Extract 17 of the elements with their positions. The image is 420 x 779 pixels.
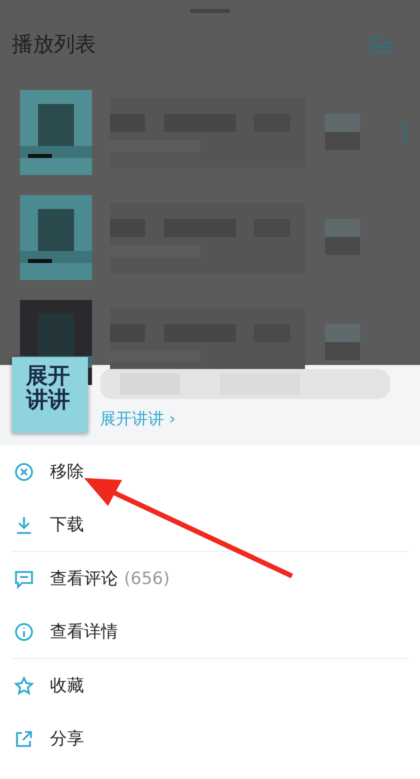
comment-count: (656) <box>124 568 170 588</box>
comment-icon <box>14 568 34 588</box>
share-icon <box>14 728 34 748</box>
more-icon[interactable] <box>402 122 408 142</box>
album-cover: 展开讲讲 <box>12 357 88 433</box>
info-icon <box>14 622 34 642</box>
menu-item[interactable]: 查看详情 <box>0 605 420 658</box>
menu-item[interactable]: 分享 <box>0 712 420 765</box>
download-icon <box>14 514 34 534</box>
menu-item[interactable]: 移除 <box>0 445 420 498</box>
menu-item[interactable]: 下载 <box>0 498 420 551</box>
menu-item[interactable]: 查看评论 (656) <box>0 552 420 605</box>
playlist-title: 播放列表 <box>12 31 96 58</box>
star-icon <box>14 676 34 696</box>
close-circle-icon <box>14 462 34 482</box>
menu-item[interactable]: 收藏 <box>0 659 420 712</box>
checklist-icon[interactable] <box>368 34 394 54</box>
